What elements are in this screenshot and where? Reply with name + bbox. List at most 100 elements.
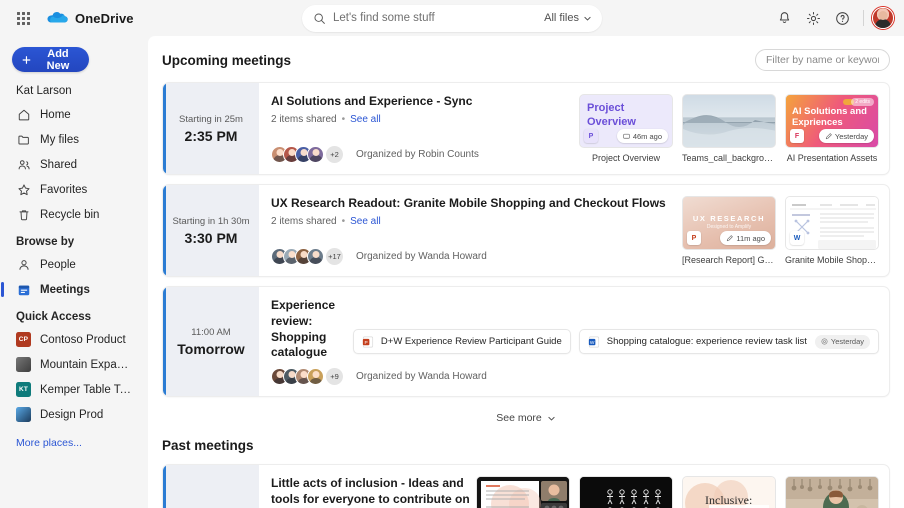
workshop-photo (786, 477, 878, 508)
svg-text:P: P (365, 340, 368, 346)
search-input[interactable] (333, 12, 545, 24)
word-icon: W (790, 231, 804, 245)
sidebar-item-favorites[interactable]: Favorites (8, 177, 140, 202)
file-thumbnail: Inclusive: P 4h ago (682, 476, 776, 508)
search-scope-dropdown[interactable]: All files (544, 12, 592, 24)
main-content: Upcoming meetings Starting in 25m 2:35 P… (148, 36, 904, 508)
meeting-time-panel: Starting in 1h 30m 3:30 PM (163, 185, 259, 276)
sidebar-item-label: Shared (40, 158, 78, 171)
at-icon (821, 338, 828, 345)
sidebar-item-home[interactable]: Home (8, 102, 140, 127)
items-shared-count: 2 items shared (271, 113, 337, 125)
sidebar-item-label: Recycle bin (40, 208, 100, 221)
attendee-avatars[interactable]: +9 (271, 368, 343, 386)
filter-input[interactable] (766, 54, 879, 66)
file-thumbnail: P (579, 476, 673, 508)
meeting-card[interactable]: 11:00 AM Tomorrow Experience review: Sho… (162, 286, 890, 398)
file-card[interactable]: X Diverse and Inclusive - H... (785, 476, 879, 508)
file-chip-badge-label: Yesterday (830, 337, 864, 347)
sidebar-item-people[interactable]: People (8, 252, 140, 277)
more-places-link[interactable]: More places... (8, 427, 140, 449)
sidebar-item-label: Mountain Expansion... (40, 358, 132, 371)
meeting-time-relative: 11:00 AM (191, 326, 231, 338)
search-icon (314, 12, 325, 24)
filter-field[interactable] (755, 49, 890, 71)
share-pill: 2 edits (851, 98, 874, 106)
meeting-info: Little acts of inclusion - Ideas and too… (271, 476, 476, 508)
sidebar-item-my-files[interactable]: My files (8, 127, 140, 152)
past-section-header: Past meetings (162, 438, 890, 453)
global-search[interactable]: All files (302, 4, 602, 32)
file-card[interactable]: UX RESEARCH Designed to Amplify P 11m ag… (682, 196, 776, 265)
help-button[interactable] (829, 5, 855, 31)
home-icon (16, 107, 31, 122)
see-more-button[interactable]: See more (162, 406, 890, 438)
file-card[interactable]: AI Solutions and Expriences 2 edits F Ye… (785, 94, 879, 163)
file-card[interactable]: Inclusive: P 4h ago Inclusion: Ideas and… (682, 476, 776, 508)
file-thumbnail: AI Solutions and Expriences 2 edits F Ye… (785, 94, 879, 148)
file-chip[interactable]: P D+W Experience Review Participant Guid… (352, 329, 571, 355)
user-avatar[interactable] (872, 7, 894, 29)
comment-icon (623, 133, 630, 139)
file-activity-time: 11m ago (736, 233, 765, 243)
see-all-link[interactable]: See all (350, 216, 381, 227)
file-card[interactable]: Project Overview P 46m ago Project Overv… (579, 94, 673, 163)
sidebar-item-label: Design Prod (40, 408, 104, 421)
file-card[interactable]: Teams_call_background_i... (682, 94, 776, 163)
app-launcher-button[interactable] (10, 5, 36, 31)
upcoming-section-header: Upcoming meetings (162, 49, 890, 71)
sidebar-item-kemper-table-team[interactable]: KT Kemper Table Team (8, 377, 140, 402)
shared-files-list: Project Overview P 46m ago Project Overv… (579, 94, 879, 163)
settings-button[interactable] (800, 5, 826, 31)
avatar-overflow-count: +9 (326, 368, 343, 386)
thumbnail-text: UX RESEARCH (692, 214, 766, 223)
meeting-title: AI Solutions and Experience - Sync (271, 94, 473, 108)
sidebar-item-mountain-expansion[interactable]: Mountain Expansion... (8, 352, 140, 377)
meeting-time-panel: Starting in 25m 2:35 PM (163, 83, 259, 174)
file-chip-label: D+W Experience Review Participant Guide (380, 336, 562, 348)
sidebar-item-label: Meetings (40, 283, 90, 296)
brand-onedrive[interactable]: OneDrive (46, 11, 134, 26)
shared-files-chips: P D+W Experience Review Participant Guid… (352, 298, 879, 385)
file-chip-badge: Yesterday (814, 334, 870, 349)
sidebar-item-shared[interactable]: Shared (8, 152, 140, 177)
add-new-button[interactable]: Add New (12, 47, 89, 72)
file-card[interactable]: Recording (476, 476, 570, 508)
file-name: [Research Report] Graniti... (682, 255, 776, 265)
meeting-time-relative: Starting in 25m (179, 113, 243, 125)
meeting-footer: +9 Organized by Wanda Howard (271, 361, 487, 386)
meeting-time-absolute: 2:35 PM (184, 127, 238, 144)
meeting-info: UX Research Readout: Granite Mobile Shop… (271, 196, 682, 265)
sidebar-item-recycle-bin[interactable]: Recycle bin (8, 202, 140, 227)
question-circle-icon (835, 11, 849, 25)
file-thumbnail: X (785, 476, 879, 508)
file-chip[interactable]: W Shopping catalogue: experience review … (578, 329, 879, 355)
site-tile-icon (16, 357, 31, 372)
site-tile-icon: KT (16, 382, 31, 397)
meeting-card[interactable]: Ended 2h ago 11:00 AM Little acts of inc… (162, 464, 890, 508)
attendee-avatars[interactable]: +2 (271, 146, 343, 163)
sidebar-item-label: Favorites (40, 183, 88, 196)
header-actions (771, 5, 894, 31)
meeting-card[interactable]: Starting in 25m 2:35 PM AI Solutions and… (162, 82, 890, 175)
app-launcher-icon (16, 11, 30, 25)
avatar-overflow-count: +17 (326, 248, 343, 265)
meeting-time-relative: Starting in 1h 30m (172, 215, 250, 227)
file-thumbnail (476, 476, 570, 508)
meeting-card[interactable]: Starting in 1h 30m 3:30 PM UX Research R… (162, 184, 890, 277)
notifications-button[interactable] (771, 5, 797, 31)
sidebar-item-meetings[interactable]: Meetings (1, 277, 140, 302)
app-body: Add New Kat Larson Home My files Shared … (0, 36, 904, 508)
attendee-avatars[interactable]: +17 (271, 248, 343, 265)
file-thumbnail: UX RESEARCH Designed to Amplify P 11m ag… (682, 196, 776, 250)
svg-text:W: W (590, 340, 595, 346)
sidebar-item-contoso-product[interactable]: CP Contoso Product (8, 327, 140, 352)
sidebar-item-design-prod[interactable]: Design Prod (8, 402, 140, 427)
see-all-link[interactable]: See all (350, 114, 381, 125)
file-card[interactable]: P Inclusive Design (579, 476, 673, 508)
file-name: Teams_call_background_i... (682, 153, 776, 163)
header-divider (863, 10, 864, 26)
file-name: Granite Mobile Shoppin... (785, 255, 879, 265)
file-name: AI Presentation Assets (786, 153, 878, 163)
file-card[interactable]: W Granite Mobile Shoppin... (785, 196, 879, 265)
